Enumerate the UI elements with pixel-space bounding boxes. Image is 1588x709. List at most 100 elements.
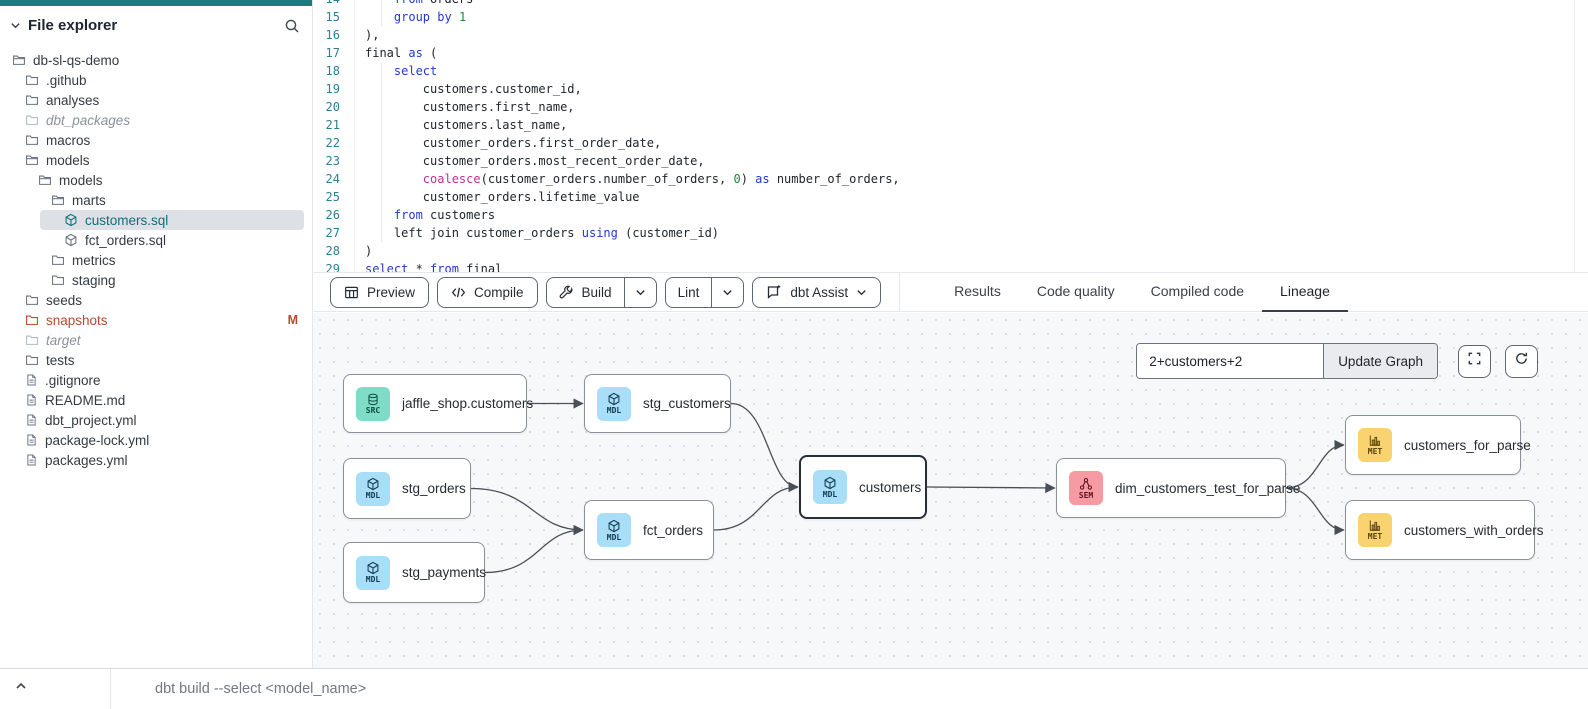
model-cube-icon: MDL	[356, 472, 390, 506]
node-label: dim_customers_test_for_parse	[1115, 481, 1300, 496]
file-tree-item-macros[interactable]: macros	[0, 130, 312, 150]
editor-toolbar: Preview Compile Build Lint	[314, 272, 1588, 312]
lint-label: Lint	[678, 285, 700, 300]
lint-button[interactable]: Lint	[666, 278, 712, 307]
file-tree-item-fct-orders.sql[interactable]: fct_orders.sql	[0, 230, 312, 250]
line-number: 25	[314, 188, 354, 206]
file-tree-item-customers.sql[interactable]: customers.sql	[40, 210, 304, 230]
file-tree-item-packages.yml[interactable]: packages.yml	[0, 450, 312, 470]
lineage-edge	[714, 487, 798, 530]
model-cube-icon: MDL	[356, 556, 390, 590]
code-line-16: 16),	[314, 26, 1588, 44]
lineage-node-dim_customers_test_for_parse[interactable]: SEMdim_customers_test_for_parse	[1056, 458, 1286, 518]
tab-lineage[interactable]: Lineage	[1262, 272, 1348, 312]
code-editor[interactable]: 14 from orders15 group by 116),17final a…	[314, 0, 1588, 272]
model-cube-icon: MDL	[597, 513, 631, 547]
lineage-node-stg_payments[interactable]: MDLstg_payments	[343, 542, 485, 603]
file-tree-label: README.md	[45, 393, 125, 408]
folder-open-icon	[51, 193, 65, 207]
code-line-24: 24 coalesce(customer_orders.number_of_or…	[314, 170, 1588, 188]
folder-icon	[25, 113, 39, 127]
file-tree-label: macros	[46, 133, 90, 148]
folder-icon	[25, 133, 39, 147]
lineage-node-customers_with_orders[interactable]: METcustomers_with_orders	[1345, 500, 1535, 560]
file-tree-label: target	[46, 333, 81, 348]
lineage-node-jaffle_shop-customers[interactable]: SRCjaffle_shop.customers	[343, 374, 527, 433]
file-tree-item-marts[interactable]: marts	[0, 190, 312, 210]
line-number: 19	[314, 80, 354, 98]
lineage-node-customers_for_parse[interactable]: METcustomers_for_parse	[1345, 415, 1521, 475]
file-tree-item-seeds[interactable]: seeds	[0, 290, 312, 310]
code-line-17: 17final as (	[314, 44, 1588, 62]
node-label: customers	[859, 480, 921, 495]
build-button-group: Build	[546, 277, 657, 308]
file-tree-item-target[interactable]: target	[0, 330, 312, 350]
build-dropdown-button[interactable]	[624, 278, 656, 307]
selector-group: Update Graph	[1136, 343, 1438, 379]
model-cube-icon: MDL	[597, 387, 631, 421]
file-tree-item-staging[interactable]: staging	[0, 270, 312, 290]
compile-label: Compile	[474, 285, 524, 300]
wrench-icon	[559, 285, 574, 300]
tab-code-quality[interactable]: Code quality	[1019, 272, 1133, 312]
line-number: 24	[314, 170, 354, 188]
lint-dropdown-button[interactable]	[711, 278, 743, 307]
code-line-21: 21 customers.last_name,	[314, 116, 1588, 134]
file-explorer-sidebar: File explorer db-sl-qs-demo.github analys…	[0, 0, 313, 668]
lineage-selector-input[interactable]	[1137, 344, 1323, 378]
file-tree-item-db-sl-qs-demo[interactable]: db-sl-qs-demo	[0, 50, 312, 70]
file-tree: db-sl-qs-demo.github analyses dbt_packages…	[0, 42, 312, 470]
file-tree-item-readme.md[interactable]: README.md	[0, 390, 312, 410]
file-tree-item-package-lock.yml[interactable]: package-lock.yml	[0, 430, 312, 450]
lineage-node-stg_orders[interactable]: MDLstg_orders	[343, 458, 471, 519]
fullscreen-icon	[1467, 351, 1482, 371]
modified-badge: M	[288, 313, 298, 327]
file-tree-item-analyses[interactable]: analyses	[0, 90, 312, 110]
lineage-node-fct_orders[interactable]: MDLfct_orders	[584, 500, 714, 560]
file-explorer-title: File explorer	[28, 17, 277, 34]
lineage-node-stg_customers[interactable]: MDLstg_customers	[584, 374, 731, 433]
model-cube-icon	[64, 233, 78, 247]
folder-icon	[25, 313, 39, 327]
chevron-up-icon[interactable]	[14, 679, 28, 698]
folder-icon	[25, 93, 39, 107]
preview-label: Preview	[367, 285, 415, 300]
dbt-ide-window: File explorer db-sl-qs-demo.github analys…	[0, 0, 1588, 709]
file-explorer-header: File explorer	[0, 6, 312, 42]
editor-scrollbar[interactable]	[1574, 0, 1588, 272]
file-tree-item-models[interactable]: models	[0, 150, 312, 170]
code-line-22: 22 customer_orders.first_order_date,	[314, 134, 1588, 152]
lineage-node-customers[interactable]: MDLcustomers	[799, 455, 927, 519]
file-tree-item-tests[interactable]: tests	[0, 350, 312, 370]
file-tree-label: dbt_packages	[46, 113, 130, 128]
file-tree-item-.gitignore[interactable]: .gitignore	[0, 370, 312, 390]
preview-button[interactable]: Preview	[330, 277, 429, 308]
dbt-assist-button[interactable]: dbt Assist	[752, 277, 881, 308]
file-icon	[25, 413, 38, 427]
build-button[interactable]: Build	[547, 278, 624, 307]
node-label: jaffle_shop.customers	[402, 396, 533, 411]
fullscreen-button[interactable]	[1458, 345, 1491, 378]
file-tree-item-dbt-project.yml[interactable]: dbt_project.yml	[0, 410, 312, 430]
lint-button-group: Lint	[665, 277, 745, 308]
file-tree-label: analyses	[46, 93, 99, 108]
update-graph-button[interactable]: Update Graph	[1323, 344, 1437, 378]
chevron-down-icon[interactable]	[10, 20, 21, 31]
file-tree-item-metrics[interactable]: metrics	[0, 250, 312, 270]
search-icon[interactable]	[284, 18, 300, 34]
tab-results[interactable]: Results	[936, 272, 1019, 312]
file-tree-item-dbt-packages[interactable]: dbt_packages	[0, 110, 312, 130]
tab-compiled-code[interactable]: Compiled code	[1133, 272, 1262, 312]
file-tree-item-snapshots[interactable]: snapshotsM	[0, 310, 312, 330]
file-tree-label: seeds	[46, 293, 82, 308]
code-line-27: 27 left join customer_orders using (cust…	[314, 224, 1588, 242]
lineage-canvas[interactable]: SRCjaffle_shop.customers MDLstg_customers…	[313, 313, 1588, 668]
line-number: 28	[314, 242, 354, 260]
refresh-button[interactable]	[1505, 345, 1538, 378]
line-number: 21	[314, 116, 354, 134]
file-tree-item-models[interactable]: models	[0, 170, 312, 190]
file-tree-item-.github[interactable]: .github	[0, 70, 312, 90]
dbt-command-input[interactable]	[155, 675, 855, 703]
compile-button[interactable]: Compile	[437, 277, 538, 308]
code-line-28: 28)	[314, 242, 1588, 260]
